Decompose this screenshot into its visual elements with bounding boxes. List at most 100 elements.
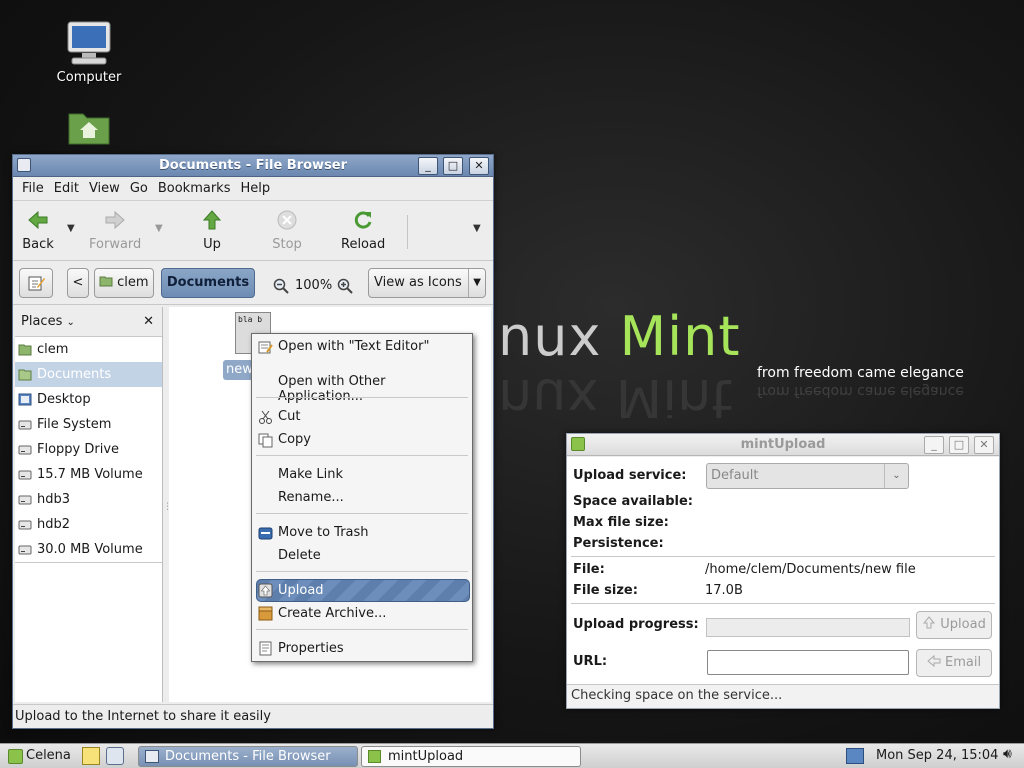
menu-item-delete[interactable]: Delete <box>278 548 321 563</box>
sidebar-item-30-0-mb-volume[interactable]: 30.0 MB Volume <box>15 537 162 562</box>
mintupload-titlebar[interactable]: mintUpload _ □ ✕ <box>567 434 999 456</box>
sidebar-item-documents[interactable]: Documents <box>15 362 162 387</box>
url-input[interactable] <box>707 650 909 675</box>
places-header[interactable]: Places ⌄ ✕ <box>15 307 162 337</box>
menu-item-open-with-other-application[interactable]: Open with Other Application... <box>278 374 472 404</box>
menu-item-upload[interactable]: Upload <box>278 583 324 598</box>
menu-item-open-with-text-editor[interactable]: Open with "Text Editor" <box>278 339 429 354</box>
menu-edit[interactable]: Edit <box>49 181 84 196</box>
up-arrow-icon <box>202 210 222 230</box>
path-button-documents[interactable]: Documents <box>161 268 255 298</box>
sidebar-item-file-system[interactable]: File System <box>15 412 162 437</box>
menu-file[interactable]: File <box>17 181 49 196</box>
url-label: URL: <box>573 654 608 669</box>
menu-help[interactable]: Help <box>235 181 275 196</box>
menu-item-cut[interactable]: Cut <box>278 409 300 424</box>
toolbar: Back ▼ Forward ▼ Up Stop Reload ▼ <box>13 201 493 261</box>
sidebar-item-clem[interactable]: clem <box>15 337 162 362</box>
upload-service-select[interactable]: Default ⌄ <box>706 463 909 489</box>
mintupload-body: Upload service: Default ⌄ Space availabl… <box>567 457 999 708</box>
menu-item-rename[interactable]: Rename... <box>278 490 344 505</box>
minimize-button[interactable]: _ <box>418 157 438 175</box>
sidebar-item-15-7-mb-volume[interactable]: 15.7 MB Volume <box>15 462 162 487</box>
view-mode-select[interactable]: View as Icons ▼ <box>368 268 486 298</box>
reload-label: Reload <box>341 237 386 252</box>
menu-item-copy[interactable]: Copy <box>278 432 311 447</box>
folder-icon <box>18 369 32 381</box>
forward-button[interactable]: Forward <box>89 209 141 252</box>
desktop-icon <box>18 393 32 406</box>
minimize-button[interactable]: _ <box>924 436 944 454</box>
forward-dropdown-icon[interactable]: ▼ <box>155 223 163 234</box>
menu-go[interactable]: Go <box>125 181 153 196</box>
upload-progress-bar <box>706 618 910 637</box>
sidebar-item-label: hdb2 <box>37 517 71 532</box>
menu-separator <box>256 629 468 630</box>
computer-icon <box>67 21 111 65</box>
tagline-reflection: from freedom came elegance <box>757 383 964 399</box>
close-button[interactable]: ✕ <box>974 436 994 454</box>
task-file-browser[interactable]: Documents - File Browser <box>138 746 358 767</box>
status-bar: Upload to the Internet to share it easil… <box>13 704 493 728</box>
home-folder-icon <box>18 344 32 356</box>
menu-item-create-archive[interactable]: Create Archive... <box>278 606 386 621</box>
clock[interactable]: Mon Sep 24, 15:04 <box>876 748 998 763</box>
menu-bookmarks[interactable]: Bookmarks <box>153 181 236 196</box>
up-label: Up <box>203 237 221 252</box>
upload-service-label: Upload service: <box>573 468 687 483</box>
text-editor-launcher-icon[interactable] <box>82 747 100 765</box>
path-left-button[interactable]: < <box>67 268 89 298</box>
sidebar-item-hdb2[interactable]: hdb2 <box>15 512 162 537</box>
archive-icon <box>258 606 273 621</box>
reload-button[interactable]: Reload <box>341 209 385 252</box>
toggle-location-button[interactable] <box>19 268 53 298</box>
menu-separator <box>256 397 468 398</box>
menu-view[interactable]: View <box>84 181 125 196</box>
menu-item-move-to-trash[interactable]: Move to Trash <box>278 525 369 540</box>
up-button[interactable]: Up <box>197 209 227 252</box>
path-button-clem[interactable]: clem <box>94 268 154 298</box>
path-clem-label: clem <box>117 275 149 290</box>
drive-icon <box>18 445 32 455</box>
upload-button[interactable]: Upload <box>916 611 992 639</box>
task-label: Documents - File Browser <box>165 749 331 764</box>
sidebar-item-hdb3[interactable]: hdb3 <box>15 487 162 512</box>
network-icon[interactable] <box>846 748 864 764</box>
stop-button[interactable]: Stop <box>271 209 303 252</box>
back-button[interactable]: Back <box>21 209 55 252</box>
drive-icon <box>18 470 32 480</box>
email-button-label: Email <box>945 655 982 670</box>
task-label: mintUpload <box>388 749 464 764</box>
location-bar: < clem Documents 100% View as Icons ▼ <box>13 261 493 305</box>
main-menu-button[interactable]: Celena <box>4 746 71 767</box>
sidebar-item-desktop[interactable]: Desktop <box>15 387 162 412</box>
chevron-down-icon: ▼ <box>468 269 481 297</box>
menu-item-properties[interactable]: Properties <box>278 641 344 656</box>
menu-item-make-link[interactable]: Make Link <box>278 467 343 482</box>
file-path: /home/clem/Documents/new file <box>705 562 916 577</box>
view-mode-label: View as Icons <box>374 275 462 290</box>
titlebar[interactable]: Documents - File Browser _ □ ✕ <box>13 155 493 177</box>
zoom-out-icon[interactable] <box>273 278 289 298</box>
zoom-level[interactable]: 100% <box>295 278 332 293</box>
task-mintupload[interactable]: mintUpload <box>361 746 581 767</box>
mintupload-status: Checking space on the service... <box>567 684 999 708</box>
desktop-icon-home[interactable] <box>44 106 134 150</box>
chevron-down-icon: ⌄ <box>66 317 75 328</box>
zoom-in-icon[interactable] <box>337 278 353 298</box>
close-sidebar-icon[interactable]: ✕ <box>143 307 154 337</box>
volume-icon[interactable]: 🔊︎ <box>1003 746 1012 762</box>
taskbar: Celena Documents - File Browser mintUplo… <box>0 743 1024 768</box>
maximize-button[interactable]: □ <box>949 436 969 454</box>
sidebar-item-label: clem <box>37 342 69 357</box>
sidebar-item-label: Documents <box>37 367 112 382</box>
maximize-button[interactable]: □ <box>443 157 463 175</box>
email-button[interactable]: Email <box>916 649 992 677</box>
sidebar-item-floppy-drive[interactable]: Floppy Drive <box>15 437 162 462</box>
settings-launcher-icon[interactable] <box>106 747 124 765</box>
desktop-icon-computer[interactable]: Computer <box>44 20 134 85</box>
toolbar-overflow-icon[interactable]: ▼ <box>473 223 481 234</box>
close-button[interactable]: ✕ <box>469 157 489 175</box>
back-dropdown-icon[interactable]: ▼ <box>67 223 75 234</box>
main-menu-label: Celena <box>26 748 71 763</box>
